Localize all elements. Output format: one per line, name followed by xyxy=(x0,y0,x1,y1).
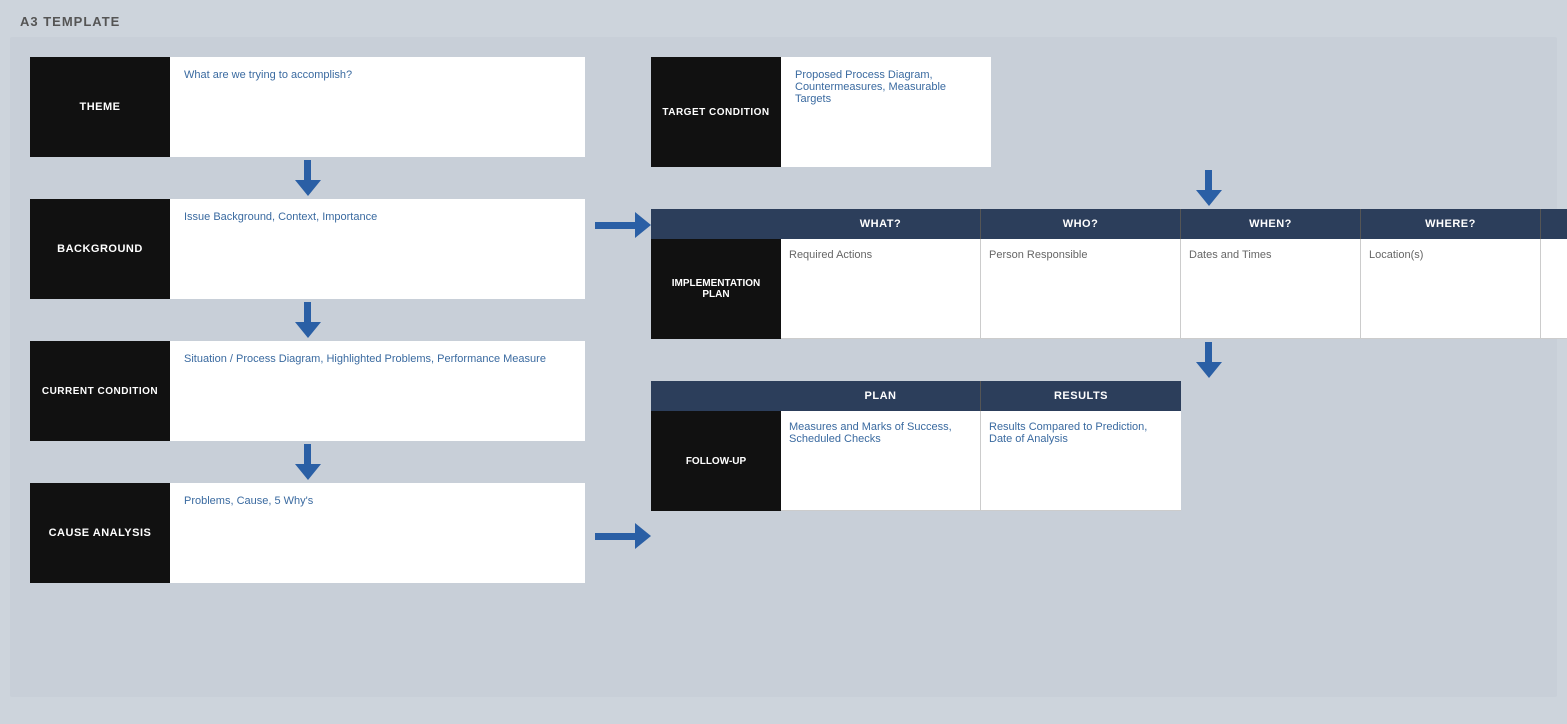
target-condition-label: TARGET CONDITION xyxy=(651,57,781,167)
impl-header-when: WHEN? xyxy=(1181,209,1361,239)
arrow-shaft-right-1 xyxy=(595,222,635,229)
arrow-head-3 xyxy=(295,464,321,480)
followup-section: PLAN RESULTS FOLLOW-UP Measures and Mark… xyxy=(651,381,1567,511)
impl-header-cost: COST xyxy=(1541,209,1567,239)
impl-body-where: Location(s) xyxy=(1361,239,1541,339)
arrow-current-cause xyxy=(295,441,321,483)
impl-header-who: WHO? xyxy=(981,209,1181,239)
left-column: THEME What are we trying to accomplish? … xyxy=(30,57,585,677)
arrow-background-current xyxy=(295,299,321,341)
followup-body: FOLLOW-UP Measures and Marks of Success,… xyxy=(651,411,1567,511)
followup-header-results: RESULTS xyxy=(981,381,1181,411)
arrow-impl-followup xyxy=(716,339,1567,381)
arrow-head-2 xyxy=(295,322,321,338)
target-condition-block: TARGET CONDITION Proposed Process Diagra… xyxy=(651,57,991,167)
current-condition-label: CURRENT CONDITION xyxy=(30,341,170,441)
followup-header: PLAN RESULTS xyxy=(651,381,1567,411)
impl-header-what: WHAT? xyxy=(781,209,981,239)
impl-body-cost xyxy=(1541,239,1567,339)
arrow-head-1 xyxy=(295,180,321,196)
impl-body-who: Person Responsible xyxy=(981,239,1181,339)
arrow-head-right-2 xyxy=(635,523,651,549)
impl-body-label: IMPLEMENTATION PLAN xyxy=(651,239,781,339)
arrow-shaft-1 xyxy=(304,160,311,180)
cause-analysis-label: CAUSE ANALYSIS xyxy=(30,483,170,583)
target-condition-content: Proposed Process Diagram, Countermeasure… xyxy=(781,57,991,167)
followup-body-results: Results Compared to Prediction, Date of … xyxy=(981,411,1181,511)
arrow-shaft-3 xyxy=(304,444,311,464)
followup-header-spacer xyxy=(651,381,781,411)
arrow-shaft-4 xyxy=(1205,170,1212,190)
impl-header: WHAT? WHO? WHEN? WHERE? COST xyxy=(651,209,1567,239)
impl-header-spacer xyxy=(651,209,781,239)
main-container: THEME What are we trying to accomplish? … xyxy=(10,37,1557,697)
impl-body-when: Dates and Times xyxy=(1181,239,1361,339)
theme-row: THEME What are we trying to accomplish? xyxy=(30,57,585,157)
current-condition-content: Situation / Process Diagram, Highlighted… xyxy=(170,341,585,441)
impl-body: IMPLEMENTATION PLAN Required Actions Per… xyxy=(651,239,1567,339)
current-condition-row: CURRENT CONDITION Situation / Process Di… xyxy=(30,341,585,441)
impl-body-what: Required Actions xyxy=(781,239,981,339)
arrow-target-impl xyxy=(716,167,1567,209)
arrow-head-right-1 xyxy=(635,212,651,238)
followup-body-plan: Measures and Marks of Success, Scheduled… xyxy=(781,411,981,511)
followup-header-plan: PLAN xyxy=(781,381,981,411)
followup-body-label: FOLLOW-UP xyxy=(651,411,781,511)
arrow-cause-followup xyxy=(595,523,651,549)
arrow-shaft-right-2 xyxy=(595,533,635,540)
background-row: BACKGROUND Issue Background, Context, Im… xyxy=(30,199,585,299)
impl-plan-section: WHAT? WHO? WHEN? WHERE? COST IMPLEMENTAT… xyxy=(651,209,1567,339)
impl-header-where: WHERE? xyxy=(1361,209,1541,239)
cause-analysis-row: CAUSE ANALYSIS Problems, Cause, 5 Why's xyxy=(30,483,585,583)
background-label: BACKGROUND xyxy=(30,199,170,299)
right-area: TARGET CONDITION Proposed Process Diagra… xyxy=(585,57,1567,677)
theme-content: What are we trying to accomplish? xyxy=(170,57,585,157)
right-arrows xyxy=(595,57,651,549)
arrow-shaft-2 xyxy=(304,302,311,322)
arrow-bg-target xyxy=(595,212,651,238)
top-right-area: TARGET CONDITION Proposed Process Diagra… xyxy=(595,57,1567,549)
cause-analysis-content: Problems, Cause, 5 Why's xyxy=(170,483,585,583)
arrow-theme-background xyxy=(295,157,321,199)
page-title: A3 TEMPLATE xyxy=(0,0,1567,37)
arrow-head-4 xyxy=(1196,190,1222,206)
right-main-content: TARGET CONDITION Proposed Process Diagra… xyxy=(651,57,1567,511)
background-content: Issue Background, Context, Importance xyxy=(170,199,585,299)
arrow-head-5 xyxy=(1196,362,1222,378)
arrow-shaft-5 xyxy=(1205,342,1212,362)
theme-label: THEME xyxy=(30,57,170,157)
